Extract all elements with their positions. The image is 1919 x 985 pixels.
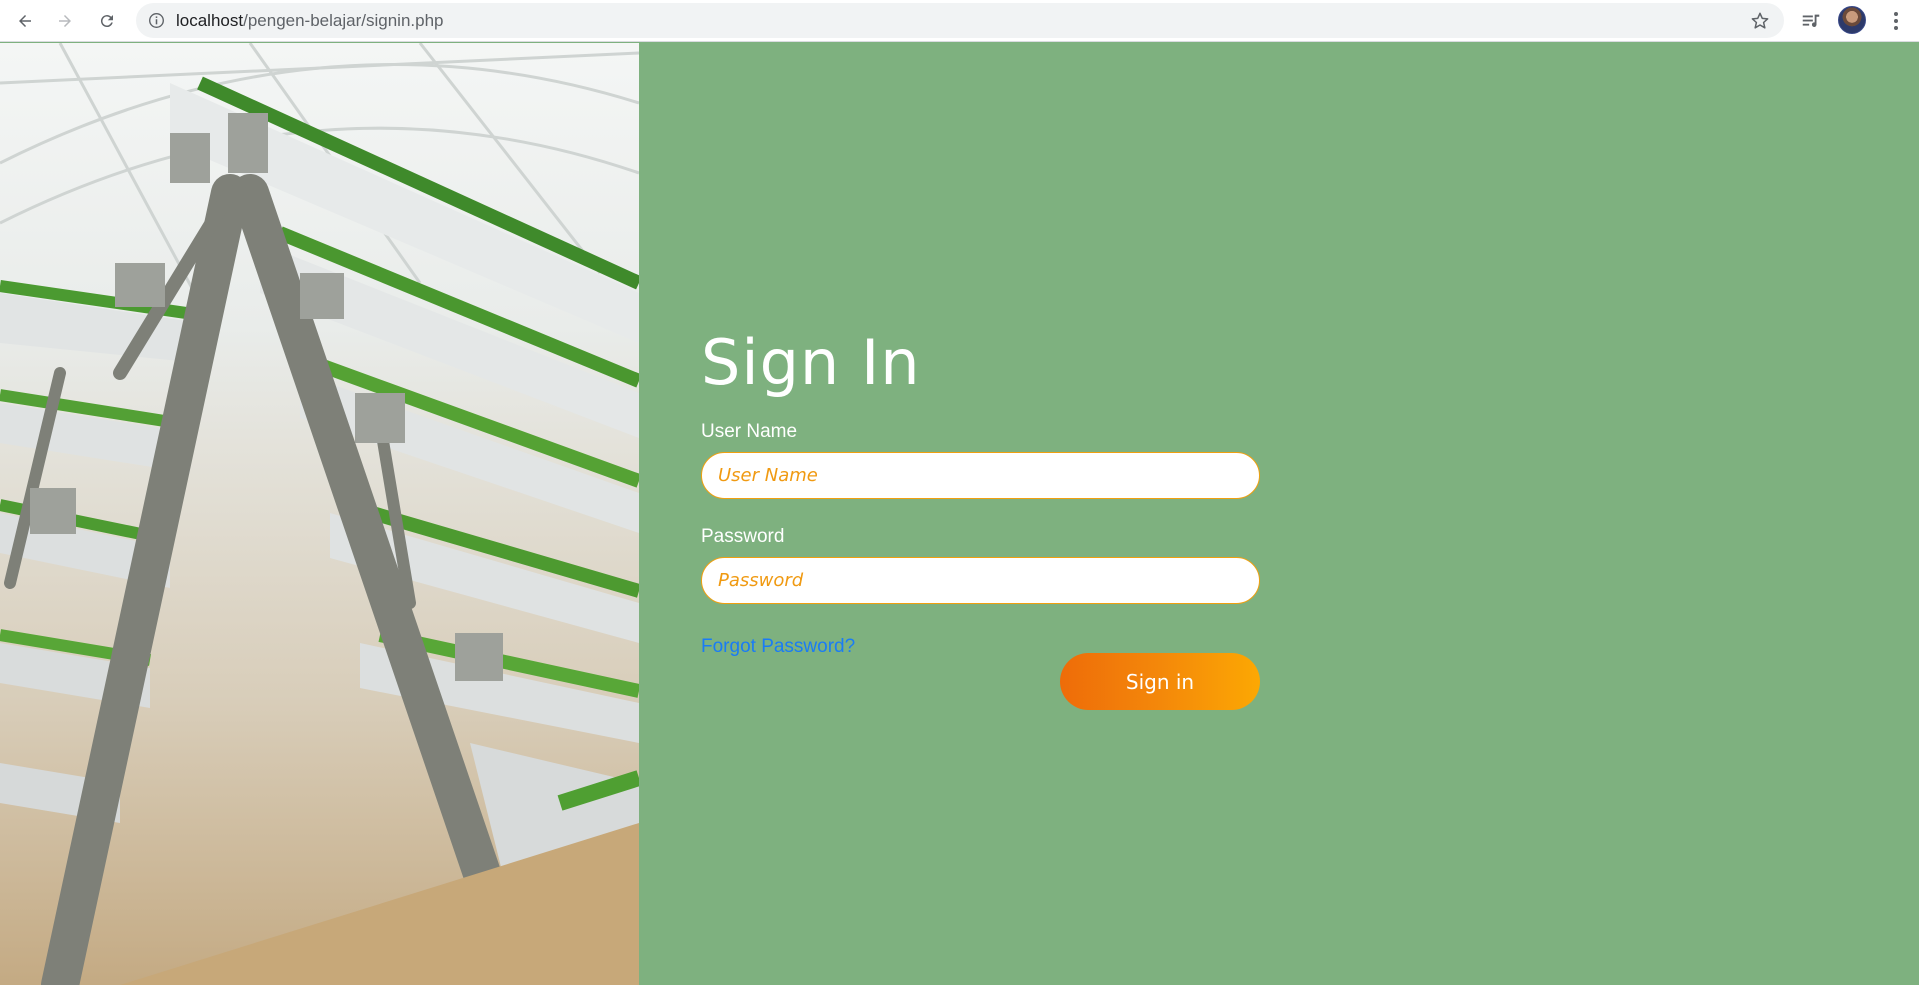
more-vert-icon[interactable]: [1884, 8, 1908, 34]
url-text[interactable]: localhost/pengen-belajar/signin.php: [176, 11, 443, 31]
star-icon[interactable]: [1750, 11, 1770, 31]
signin-form: Sign In User Name Password Forgot Passwo…: [701, 323, 1261, 710]
browser-toolbar: localhost/pengen-belajar/signin.php: [0, 0, 1919, 42]
reload-icon[interactable]: [92, 6, 122, 36]
username-input[interactable]: [701, 452, 1260, 499]
media-queue-icon[interactable]: [1798, 8, 1824, 34]
username-label: User Name: [701, 421, 798, 442]
form-actions: Forgot Password? Sign in: [701, 624, 1261, 710]
url-host: localhost: [176, 11, 244, 30]
info-icon[interactable]: [148, 12, 165, 29]
password-label: Password: [701, 526, 785, 547]
password-input[interactable]: [701, 557, 1260, 604]
page-title: Sign In: [701, 326, 921, 399]
back-arrow-icon[interactable]: [10, 6, 40, 36]
profile-avatar[interactable]: [1838, 6, 1866, 34]
url-path: /pengen-belajar/signin.php: [243, 11, 444, 30]
hydroponic-greenhouse-image: [0, 43, 639, 985]
address-bar[interactable]: localhost/pengen-belajar/signin.php: [136, 3, 1784, 38]
signin-button[interactable]: Sign in: [1060, 653, 1260, 710]
forgot-password-link[interactable]: Forgot Password?: [701, 636, 855, 658]
signin-page: Sign In User Name Password Forgot Passwo…: [0, 43, 1919, 985]
forward-arrow-icon[interactable]: [50, 6, 80, 36]
